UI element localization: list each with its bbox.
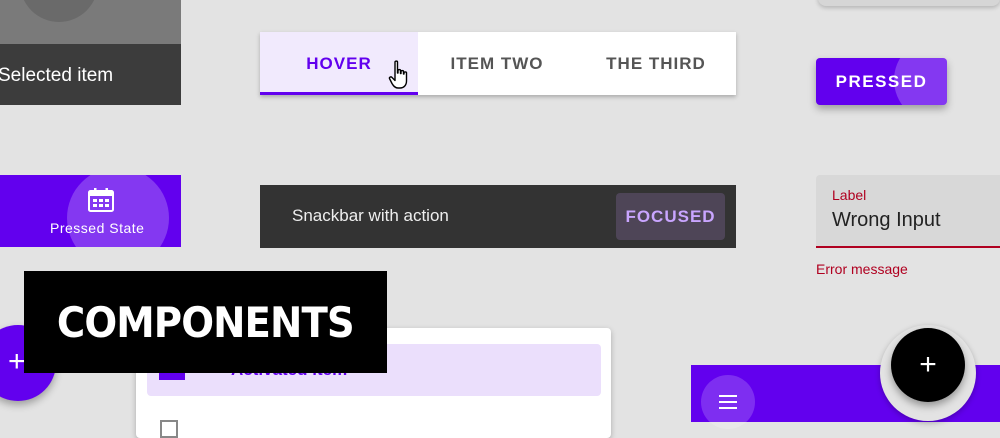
tab-label: HOVER bbox=[306, 53, 372, 73]
bottom-nav-item[interactable]: Pressed State bbox=[0, 175, 181, 247]
tab-bar: HOVER ITEM TWO THE THIRD bbox=[260, 32, 736, 95]
snackbar: Snackbar with action FOCUSED bbox=[260, 185, 736, 248]
error-message: Error message bbox=[816, 261, 908, 277]
partial-button[interactable] bbox=[818, 0, 1000, 6]
text-field[interactable]: Label Wrong Input bbox=[816, 175, 1000, 248]
plus-icon: + bbox=[919, 348, 937, 381]
text-field-value: Wrong Input bbox=[832, 209, 941, 231]
banner-title: COMPONENTS bbox=[57, 297, 355, 347]
tab-label: THE THIRD bbox=[606, 53, 706, 73]
components-banner: COMPONENTS bbox=[24, 271, 387, 373]
tab-label: ITEM TWO bbox=[450, 53, 544, 73]
tab-the-third[interactable]: THE THIRD bbox=[576, 32, 736, 95]
tab-hover[interactable]: HOVER bbox=[260, 32, 418, 95]
fab-add-button[interactable]: + bbox=[891, 328, 965, 402]
tab-item-two[interactable]: ITEM TWO bbox=[418, 32, 576, 95]
checkbox[interactable] bbox=[160, 420, 178, 438]
ripple-effect bbox=[67, 175, 169, 247]
bottom-nav-label: Pressed State bbox=[50, 220, 145, 236]
plus-icon: + bbox=[8, 345, 26, 378]
snackbar-action-button[interactable]: FOCUSED bbox=[616, 193, 725, 240]
snackbar-message: Snackbar with action bbox=[292, 206, 449, 225]
hand-cursor-icon bbox=[388, 60, 408, 89]
snackbar-action-label: FOCUSED bbox=[625, 206, 716, 226]
menu-button[interactable] bbox=[701, 375, 755, 429]
hamburger-menu-icon bbox=[719, 395, 737, 409]
calendar-icon bbox=[88, 188, 114, 212]
text-field-label: Label bbox=[832, 187, 867, 203]
pressed-button-label: PRESSED bbox=[835, 71, 928, 91]
selected-item-tile[interactable]: Selected item bbox=[0, 0, 181, 105]
selected-item-label: Selected item bbox=[0, 65, 114, 86]
pressed-button[interactable]: PRESSED bbox=[816, 58, 947, 105]
